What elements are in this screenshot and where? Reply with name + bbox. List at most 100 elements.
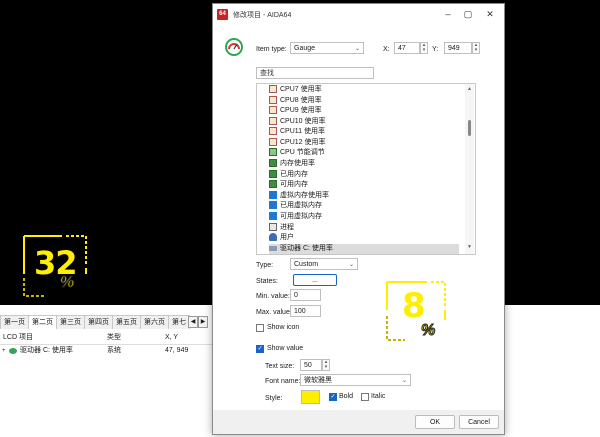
list-item-label: CPU9 使用率 — [280, 107, 322, 114]
tab-page-2[interactable]: 第二页 — [28, 315, 57, 329]
x-label: X: — [383, 46, 390, 53]
scroll-down-icon[interactable]: ▼ — [467, 244, 472, 250]
gauge-unit: % — [59, 274, 75, 292]
min-value-input[interactable]: 0 — [290, 289, 321, 301]
lcd-items-panel: 第一页 第二页 第三页 第四页 第五页 第六页 第七 ◀ ▶ LCD 项目 类型… — [0, 305, 212, 437]
text-size-input[interactable]: 50 — [300, 359, 322, 371]
preview-value: 8 — [402, 286, 426, 326]
user-icon — [269, 233, 277, 242]
search-input[interactable]: 查找 — [256, 67, 374, 79]
list-scrollbar[interactable]: ▲ ▼ — [465, 84, 474, 254]
x-input[interactable]: 47 — [394, 42, 420, 54]
windows-icon — [269, 191, 277, 200]
close-icon[interactable]: ✕ — [483, 8, 497, 21]
col-xy[interactable]: X, Y — [165, 332, 178, 344]
color-swatch[interactable] — [301, 390, 320, 404]
scroll-thumb[interactable] — [468, 120, 471, 136]
list-item[interactable]: CPU8 使用率 — [269, 96, 322, 106]
sensor-list[interactable]: CPU7 使用率 CPU8 使用率 CPU9 使用率 CPU10 使用率 CPU… — [256, 83, 476, 255]
hourglass-icon — [269, 117, 277, 126]
ok-button[interactable]: OK — [415, 415, 455, 429]
preview-unit: % — [420, 322, 436, 340]
lcd-item-xy: 47, 949 — [165, 347, 189, 354]
list-item-label: 可用虚拟内存 — [280, 213, 322, 220]
tab-scroll-left-icon[interactable]: ◀ — [188, 316, 198, 328]
list-item[interactable]: CPU 节能调节 — [269, 148, 325, 158]
tab-page-4[interactable]: 第四页 — [84, 315, 113, 329]
list-item[interactable]: 已用内存 — [269, 170, 308, 180]
list-item[interactable]: CPU9 使用率 — [269, 106, 322, 116]
maximize-icon[interactable]: ▢ — [461, 8, 475, 21]
type-select[interactable]: Custom ⌄ — [290, 258, 358, 270]
lcd-item-name: 驱动器 C: 使用率 — [20, 347, 73, 354]
list-item-selected[interactable]: 驱动器 C: 使用率 — [269, 244, 459, 254]
memory-icon — [269, 180, 277, 189]
tab-page-1[interactable]: 第一页 — [0, 315, 29, 329]
italic-checkbox[interactable] — [361, 393, 369, 401]
show-icon-label: Show icon — [267, 324, 300, 331]
list-item-label: CPU8 使用率 — [280, 97, 322, 104]
gauge-item-icon — [9, 348, 17, 354]
chevron-down-icon: ⌄ — [348, 262, 354, 268]
list-item[interactable]: 可用虚拟内存 — [269, 212, 322, 222]
font-name-select[interactable]: 微软雅黑 ⌄ — [300, 374, 411, 386]
states-label: States: — [256, 278, 278, 285]
aida64-app-icon: 64 — [217, 9, 228, 20]
table-row[interactable]: + 驱动器 C: 使用率 系统 47, 949 — [0, 345, 212, 357]
chevron-down-icon: ⌄ — [354, 46, 360, 52]
show-icon-checkbox[interactable] — [256, 324, 264, 332]
list-item[interactable]: 进程 — [269, 223, 294, 233]
hourglass-icon — [269, 138, 277, 147]
scroll-up-icon[interactable]: ▲ — [467, 86, 472, 92]
list-item-label: 可用内存 — [280, 181, 308, 188]
list-item[interactable]: CPU11 使用率 — [269, 127, 325, 137]
dialog-footer: OK Cancel — [213, 410, 504, 434]
lcd-list-header: LCD 项目 类型 X, Y — [0, 332, 212, 345]
list-item[interactable]: CPU7 使用率 — [269, 85, 322, 95]
type-value: Custom — [294, 261, 319, 268]
tab-scroll-right-icon[interactable]: ▶ — [198, 316, 208, 328]
hourglass-icon — [269, 106, 277, 115]
list-item-label: 虚拟内存使用率 — [280, 192, 329, 199]
font-name-label: Font name: — [265, 378, 301, 385]
minimize-icon[interactable]: – — [441, 8, 455, 21]
list-item[interactable]: CPU10 使用率 — [269, 117, 326, 127]
list-item-label: CPU10 使用率 — [280, 118, 326, 125]
cancel-button[interactable]: Cancel — [459, 415, 499, 429]
windows-icon — [269, 212, 277, 221]
item-type-select[interactable]: Gauge ⌄ — [290, 42, 364, 54]
states-button[interactable]: ... — [293, 274, 337, 286]
left-gauge-preview: 32 % — [22, 234, 88, 298]
y-spinner-icon[interactable]: ▴ ▾ — [472, 42, 480, 54]
list-item[interactable]: 可用内存 — [269, 180, 308, 190]
col-type[interactable]: 类型 — [107, 332, 121, 344]
y-input[interactable]: 949 — [444, 42, 472, 54]
show-value-checkbox[interactable]: ✓ — [256, 345, 264, 353]
tab-page-5[interactable]: 第五页 — [112, 315, 141, 329]
list-item-label: 进程 — [280, 224, 294, 231]
tab-page-6[interactable]: 第六页 — [140, 315, 169, 329]
x-spinner-icon[interactable]: ▴ ▾ — [420, 42, 428, 54]
list-item-label: 已用虚拟内存 — [280, 202, 322, 209]
col-lcd-item[interactable]: LCD 项目 — [3, 332, 33, 344]
list-item[interactable]: 虚拟内存使用率 — [269, 191, 329, 201]
item-type-value: Gauge — [294, 45, 316, 52]
title-bar: 64 修改项目 - AIDA64 – ▢ ✕ — [213, 4, 504, 26]
list-item[interactable]: 已用虚拟内存 — [269, 201, 322, 211]
list-item-label: CPU7 使用率 — [280, 86, 322, 93]
tab-page-7[interactable]: 第七 — [168, 315, 190, 329]
tab-page-3[interactable]: 第三页 — [56, 315, 85, 329]
list-item[interactable]: 用户 — [269, 233, 294, 243]
list-item[interactable]: CPU12 使用率 — [269, 138, 326, 148]
font-name-value: 微软雅黑 — [304, 377, 332, 384]
min-value-label: Min. value: — [256, 293, 290, 300]
max-value-input[interactable]: 100 — [290, 305, 321, 317]
bold-checkbox[interactable]: ✓ — [329, 393, 337, 401]
lcd-item-type: 系统 — [107, 347, 121, 354]
page-tabs: 第一页 第二页 第三页 第四页 第五页 第六页 第七 — [0, 315, 190, 329]
list-item-label: CPU 节能调节 — [280, 149, 325, 156]
collapse-icon[interactable]: + — [2, 345, 8, 357]
list-item[interactable]: 内存使用率 — [269, 159, 315, 169]
text-size-spinner-icon[interactable]: ▴ ▾ — [322, 359, 330, 371]
memory-icon — [269, 159, 277, 168]
